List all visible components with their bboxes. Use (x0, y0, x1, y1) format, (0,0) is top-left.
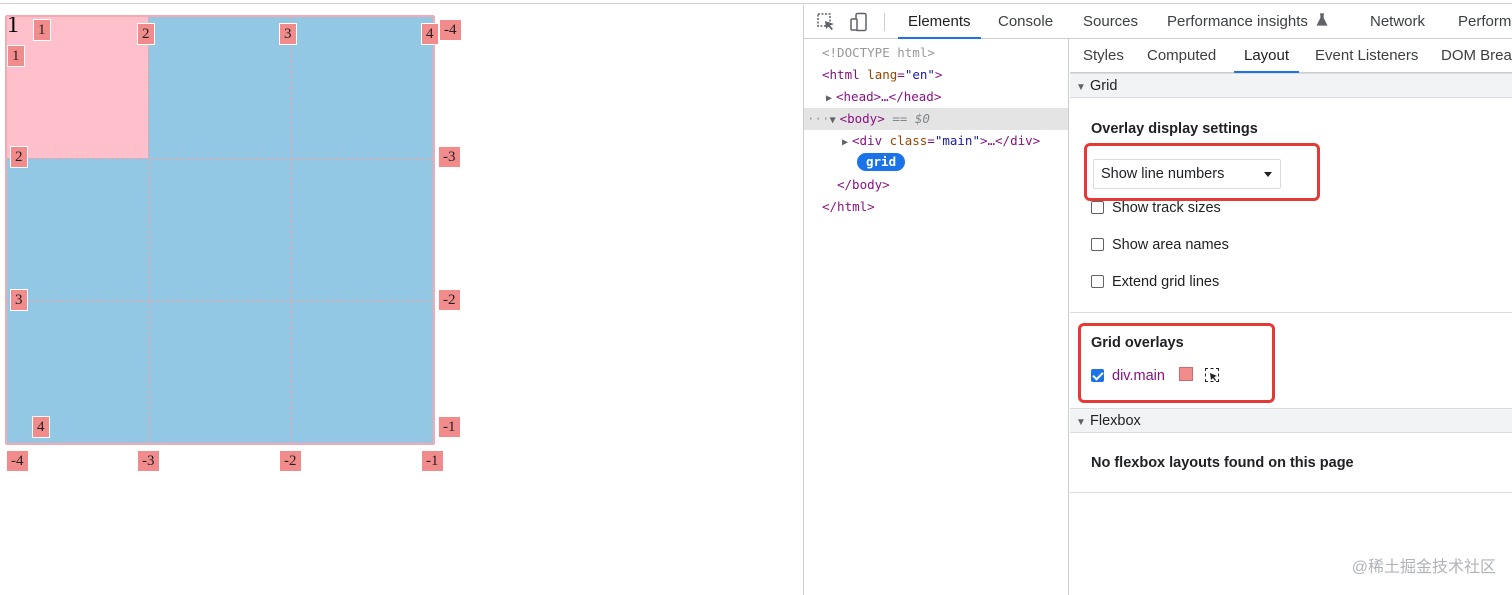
html-tag-start: <html (822, 67, 860, 82)
grid-line-row-3 (6, 301, 434, 302)
dom-body-selected[interactable]: ···▼ <body> == $0 (804, 108, 1068, 130)
highlight-box-overlay-settings (1084, 143, 1320, 201)
section-divider (1070, 312, 1512, 313)
html-attr-eq: = (897, 67, 905, 82)
dom-head[interactable]: ▶ <head>…</head> (826, 86, 941, 108)
page-viewport: 1 1 2 3 4 -4 1 2 3 4 -3 -2 -1 -4 -3 -2 -… (0, 5, 803, 595)
grid-section-header[interactable]: ▼ Grid (1070, 73, 1512, 98)
line-number-bottom-neg1: -1 (421, 450, 444, 472)
extend-grid-lines-label: Extend grid lines (1112, 274, 1220, 290)
dom-div-main[interactable]: ▶ <div class="main">…</div> (842, 130, 1040, 152)
tab-elements[interactable]: Elements (898, 5, 980, 39)
grid-line-row-1 (6, 15, 434, 17)
html-close-text: </html> (822, 199, 875, 214)
tab-sources[interactable]: Sources (1083, 5, 1138, 38)
line-number-bottom-neg2: -2 (279, 450, 302, 472)
dom-html-close[interactable]: </html> (822, 196, 875, 218)
collapse-triangle-icon[interactable]: ▼ (830, 110, 840, 132)
line-number-bottom-neg3: -3 (137, 450, 160, 472)
grid-item-1[interactable]: 1 (6, 12, 148, 158)
line-number-right-neg3: -3 (438, 146, 461, 168)
dom-body-close[interactable]: </body> (837, 174, 890, 196)
line-number-top-neg4: -4 (439, 19, 462, 41)
grid-section-title: Grid (1090, 78, 1118, 94)
tab-console[interactable]: Console (998, 5, 1053, 38)
tab-layout[interactable]: Layout (1233, 39, 1300, 73)
line-number-right-neg2: -2 (438, 289, 461, 311)
line-number-top-1: 1 (33, 19, 51, 41)
section-divider (1070, 492, 1512, 493)
sidebar-tabs: Styles Computed Layout Event Listeners D… (1070, 39, 1512, 73)
html-attr-lang: lang (867, 67, 898, 82)
grid-line-row-4 (6, 443, 434, 445)
overlay-settings-title: Overlay display settings (1091, 121, 1258, 137)
grid-line-row-2 (6, 158, 434, 159)
devtools-panel: Elements Console Sources Performance ins… (803, 5, 1512, 595)
expand-triangle-icon[interactable]: ▶ (842, 132, 852, 154)
show-area-names-label: Show area names (1112, 237, 1229, 253)
div-tag-start: <div (852, 133, 883, 148)
dom-doctype[interactable]: <!DOCTYPE html> (822, 42, 935, 64)
flexbox-section-title: Flexbox (1090, 413, 1141, 429)
toolbar-separator (884, 13, 885, 31)
flexbox-empty-message: No flexbox layouts found on this page (1091, 455, 1354, 471)
tab-dom-breakpoints[interactable]: DOM Breal (1441, 39, 1512, 72)
line-number-left-3: 3 (10, 289, 28, 311)
line-number-left-4: 4 (32, 416, 50, 438)
div-tag-end: >…</div> (979, 133, 1041, 148)
watermark: @稀土掘金技术社区 (1351, 559, 1496, 576)
line-number-top-3: 3 (279, 23, 297, 45)
selected-marker: == $0 (892, 111, 930, 126)
body-tag-text: <body> (839, 111, 885, 126)
div-attr-class: class (889, 133, 928, 148)
body-close-text: </body> (837, 177, 890, 192)
tab-styles[interactable]: Styles (1083, 39, 1124, 72)
elements-sidebar: Styles Computed Layout Event Listeners D… (1070, 39, 1512, 595)
dom-html-open[interactable]: <html lang="en"> (822, 64, 942, 86)
tab-performance[interactable]: Performa (1458, 5, 1512, 38)
tab-performance-insights[interactable]: Performance insights (1167, 5, 1328, 38)
more-actions-icon[interactable]: ··· (807, 111, 830, 126)
elements-dom-tree: <!DOCTYPE html> <html lang="en"> ▶ <head>… (804, 39, 1069, 595)
tab-network[interactable]: Network (1370, 5, 1425, 38)
grid-line-col-3 (291, 16, 292, 444)
flexbox-section-header[interactable]: ▼ Flexbox (1070, 408, 1512, 433)
tab-performance-insights-label: Performance insights (1167, 13, 1308, 30)
show-track-sizes-label: Show track sizes (1112, 200, 1221, 216)
show-area-names-option[interactable]: Show area names (1091, 235, 1229, 255)
line-number-left-1: 1 (7, 45, 25, 67)
highlight-box-grid-overlays (1078, 323, 1275, 403)
tab-event-listeners[interactable]: Event Listeners (1315, 39, 1418, 72)
line-number-bottom-neg4: -4 (6, 450, 29, 472)
grid-badge[interactable]: grid (857, 153, 906, 171)
div-attr-eq: = (927, 133, 935, 148)
extend-grid-lines-checkbox[interactable] (1091, 275, 1104, 288)
line-number-right-neg1: -1 (438, 416, 461, 438)
device-toolbar-icon[interactable] (849, 12, 869, 32)
head-text: <head>…</head> (836, 89, 942, 104)
line-number-top-2: 2 (137, 23, 155, 45)
show-area-names-checkbox[interactable] (1091, 238, 1104, 251)
browser-top-border (0, 0, 1512, 4)
expand-triangle-icon[interactable]: ▶ (826, 88, 836, 110)
html-tag-end: > (934, 67, 943, 82)
line-number-top-4: 4 (421, 23, 439, 45)
grid-line-col-1 (5, 16, 7, 444)
line-number-left-2: 2 (10, 146, 28, 168)
div-attr-value: "main" (934, 133, 980, 148)
html-attr-value: "en" (904, 67, 935, 82)
show-track-sizes-option[interactable]: Show track sizes (1091, 198, 1221, 218)
show-track-sizes-checkbox[interactable] (1091, 201, 1104, 214)
grid-line-col-2 (148, 16, 149, 444)
flask-icon (1316, 13, 1328, 26)
extend-grid-lines-option[interactable]: Extend grid lines (1091, 272, 1219, 292)
grid-container-main[interactable]: 1 (5, 12, 435, 445)
collapse-triangle-icon: ▼ (1076, 82, 1086, 93)
tab-computed[interactable]: Computed (1147, 39, 1216, 72)
inspect-element-icon[interactable] (816, 12, 836, 32)
doctype-text: <!DOCTYPE html> (822, 45, 935, 60)
grid-line-col-4 (433, 16, 435, 444)
devtools-toolbar: Elements Console Sources Performance ins… (804, 5, 1512, 39)
collapse-triangle-icon: ▼ (1076, 417, 1086, 428)
